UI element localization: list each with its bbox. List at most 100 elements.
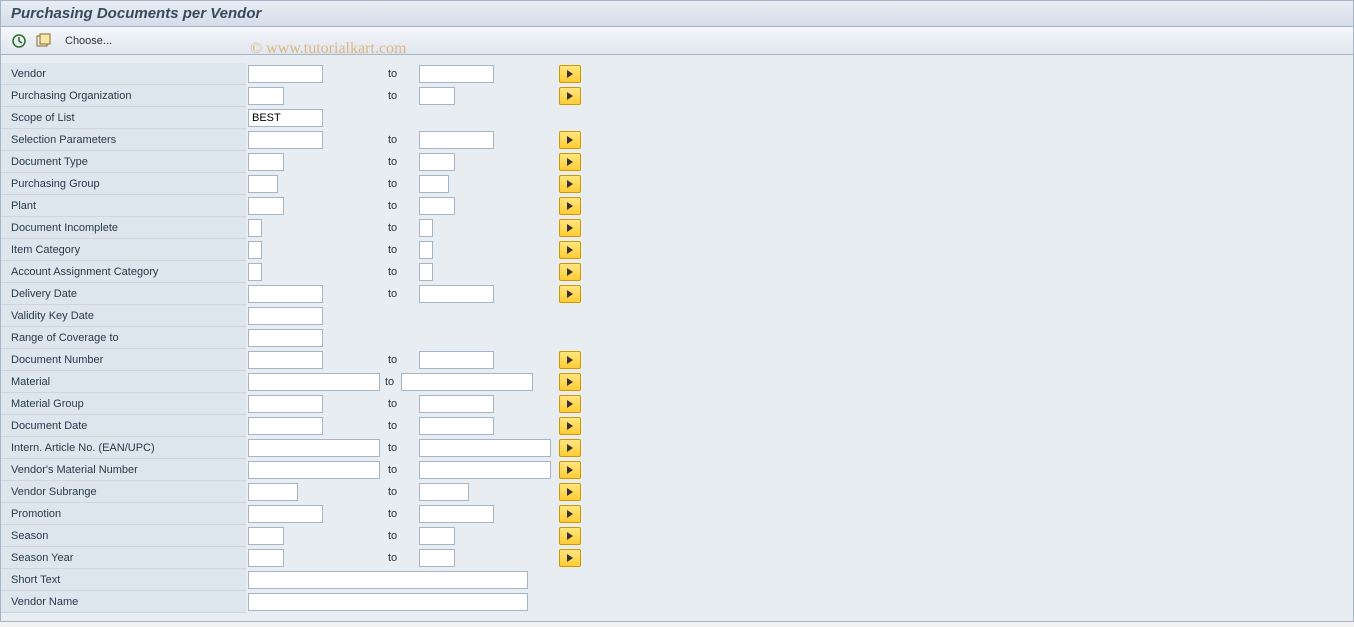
to-label-doc-number: to: [388, 354, 418, 366]
input-material-from[interactable]: [248, 373, 380, 391]
multi-select-sel-params[interactable]: [559, 131, 581, 149]
input-scope-list-from[interactable]: [248, 109, 323, 127]
arrow-right-icon: [567, 532, 573, 540]
multi-select-season[interactable]: [559, 527, 581, 545]
arrow-right-icon: [567, 554, 573, 562]
input-doc-type-to[interactable]: [419, 153, 455, 171]
toolbar: Choose...: [0, 27, 1354, 55]
input-vendor-to[interactable]: [419, 65, 494, 83]
to-label-doc-date: to: [388, 420, 418, 432]
input-ean-upc-to[interactable]: [419, 439, 551, 457]
input-promotion-to[interactable]: [419, 505, 494, 523]
to-label-season-year: to: [388, 552, 418, 564]
multi-select-plant[interactable]: [559, 197, 581, 215]
input-plant-to[interactable]: [419, 197, 455, 215]
multi-select-purch-group[interactable]: [559, 175, 581, 193]
variant-icon[interactable]: [35, 33, 51, 49]
input-delivery-date-from[interactable]: [248, 285, 323, 303]
multi-select-purch-org[interactable]: [559, 87, 581, 105]
label-vendor: Vendor: [1, 63, 246, 85]
form-row-plant: Plantto: [1, 195, 1353, 217]
label-delivery-date: Delivery Date: [1, 283, 246, 305]
multi-select-doc-incomplete[interactable]: [559, 219, 581, 237]
input-vendor-mat-no-to[interactable]: [419, 461, 551, 479]
label-purch-group: Purchasing Group: [1, 173, 246, 195]
input-vendor-name-from[interactable]: [248, 593, 528, 611]
input-delivery-date-to[interactable]: [419, 285, 494, 303]
multi-select-delivery-date[interactable]: [559, 285, 581, 303]
arrow-right-icon: [567, 268, 573, 276]
arrow-right-icon: [567, 444, 573, 452]
input-doc-number-to[interactable]: [419, 351, 494, 369]
form-row-range-coverage: Range of Coverage to: [1, 327, 1353, 349]
input-vendor-subrange-to[interactable]: [419, 483, 469, 501]
input-validity-key-from[interactable]: [248, 307, 323, 325]
input-item-cat-to[interactable]: [419, 241, 433, 259]
label-acct-assign: Account Assignment Category: [1, 261, 246, 283]
form-row-doc-type: Document Typeto: [1, 151, 1353, 173]
input-promotion-from[interactable]: [248, 505, 323, 523]
choose-button[interactable]: Choose...: [59, 33, 118, 49]
input-vendor-subrange-from[interactable]: [248, 483, 298, 501]
input-acct-assign-from[interactable]: [248, 263, 262, 281]
multi-select-vendor[interactable]: [559, 65, 581, 83]
input-plant-from[interactable]: [248, 197, 284, 215]
label-season: Season: [1, 525, 246, 547]
form-row-season-year: Season Year to: [1, 547, 1353, 569]
label-item-cat: Item Category: [1, 239, 246, 261]
input-item-cat-from[interactable]: [248, 241, 262, 259]
multi-select-vendor-mat-no[interactable]: [559, 461, 581, 479]
multi-select-doc-type[interactable]: [559, 153, 581, 171]
multi-select-acct-assign[interactable]: [559, 263, 581, 281]
input-season-year-from[interactable]: [248, 549, 284, 567]
multi-select-doc-date[interactable]: [559, 417, 581, 435]
input-ean-upc-from[interactable]: [248, 439, 380, 457]
form-row-promotion: Promotionto: [1, 503, 1353, 525]
input-material-to[interactable]: [401, 373, 533, 391]
input-purch-group-to[interactable]: [419, 175, 449, 193]
multi-select-season-year[interactable]: [559, 549, 581, 567]
input-sel-params-to[interactable]: [419, 131, 494, 149]
input-doc-incomplete-from[interactable]: [248, 219, 262, 237]
input-material-group-from[interactable]: [248, 395, 323, 413]
input-short-text-from[interactable]: [248, 571, 528, 589]
form-row-purch-group: Purchasing Groupto: [1, 173, 1353, 195]
label-doc-incomplete: Document Incomplete: [1, 217, 246, 239]
input-doc-date-from[interactable]: [248, 417, 323, 435]
to-label-plant: to: [388, 200, 418, 212]
input-doc-type-from[interactable]: [248, 153, 284, 171]
form-row-doc-date: Document Dateto: [1, 415, 1353, 437]
input-vendor-mat-no-from[interactable]: [248, 461, 380, 479]
form-row-material-group: Material Groupto: [1, 393, 1353, 415]
input-range-coverage-from[interactable]: [248, 329, 323, 347]
input-acct-assign-to[interactable]: [419, 263, 433, 281]
multi-select-item-cat[interactable]: [559, 241, 581, 259]
label-range-coverage: Range of Coverage to: [1, 327, 246, 349]
input-material-group-to[interactable]: [419, 395, 494, 413]
input-doc-date-to[interactable]: [419, 417, 494, 435]
input-purch-org-to[interactable]: [419, 87, 455, 105]
input-vendor-from[interactable]: [248, 65, 323, 83]
multi-select-material[interactable]: [559, 373, 581, 391]
input-season-from[interactable]: [248, 527, 284, 545]
input-doc-incomplete-to[interactable]: [419, 219, 433, 237]
input-doc-number-from[interactable]: [248, 351, 323, 369]
to-label-vendor-subrange: to: [388, 486, 418, 498]
multi-select-doc-number[interactable]: [559, 351, 581, 369]
input-season-year-to[interactable]: [419, 549, 455, 567]
multi-select-promotion[interactable]: [559, 505, 581, 523]
multi-select-vendor-subrange[interactable]: [559, 483, 581, 501]
to-label-acct-assign: to: [388, 266, 418, 278]
selection-form: VendortoPurchasing OrganizationtoScope o…: [0, 55, 1354, 622]
input-purch-group-from[interactable]: [248, 175, 278, 193]
input-sel-params-from[interactable]: [248, 131, 323, 149]
input-season-to[interactable]: [419, 527, 455, 545]
arrow-right-icon: [567, 92, 573, 100]
multi-select-ean-upc[interactable]: [559, 439, 581, 457]
label-season-year: Season Year: [1, 547, 246, 569]
label-short-text: Short Text: [1, 569, 246, 591]
input-purch-org-from[interactable]: [248, 87, 284, 105]
arrow-right-icon: [567, 466, 573, 474]
execute-icon[interactable]: [11, 33, 27, 49]
multi-select-material-group[interactable]: [559, 395, 581, 413]
